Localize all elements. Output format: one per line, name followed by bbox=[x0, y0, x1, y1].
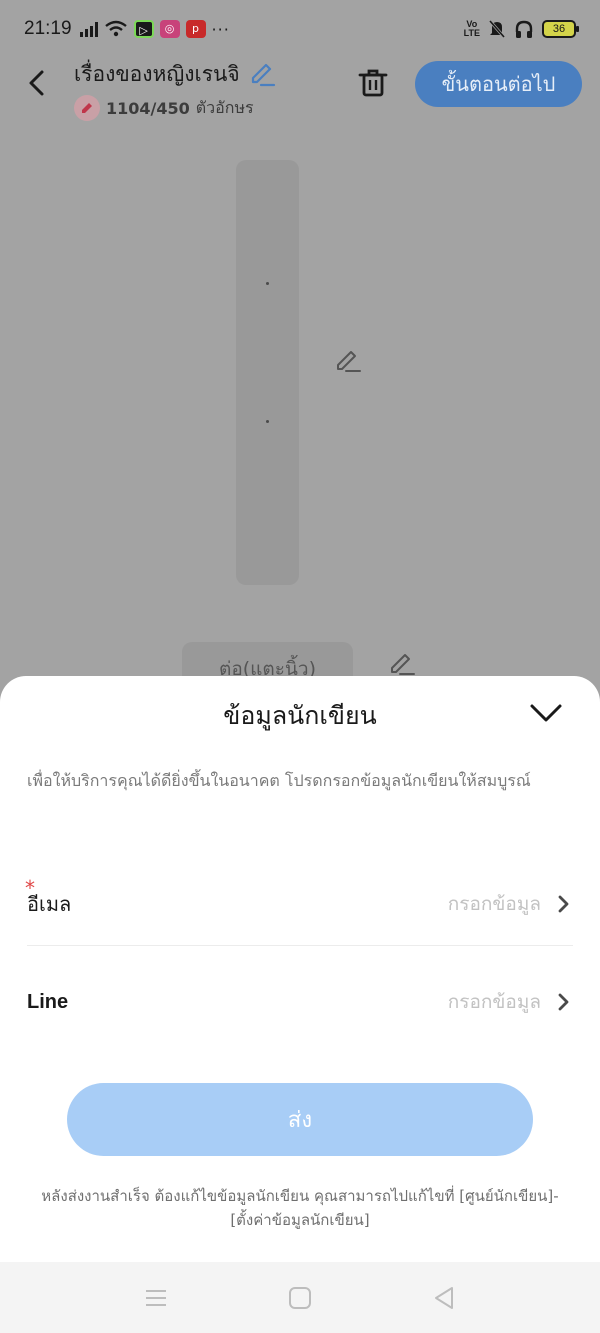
vertical-text-card[interactable] bbox=[236, 160, 299, 585]
trash-icon[interactable] bbox=[356, 66, 390, 100]
text-dot bbox=[266, 420, 269, 423]
chevron-down-icon[interactable] bbox=[528, 698, 564, 728]
pencil-icon bbox=[74, 95, 100, 121]
sheet-footnote: หลังส่งงานสำเร็จ ต้องแก้ไขข้อมูลนักเขียน… bbox=[41, 1187, 559, 1229]
author-info-sheet: ข้อมูลนักเขียน เพื่อให้บริการคุณได้ดียิ่… bbox=[0, 676, 600, 1262]
headphones-icon bbox=[515, 20, 533, 38]
char-count-unit: ตัวอักษร bbox=[195, 97, 254, 117]
more-notifications-icon: ··· bbox=[211, 19, 230, 39]
submit-button[interactable]: ส่ง bbox=[67, 1083, 533, 1156]
email-row[interactable]: * อีเมล bbox=[25, 862, 573, 946]
chevron-right-icon[interactable] bbox=[555, 893, 573, 915]
next-step-button[interactable]: ขั้นตอนต่อไป bbox=[415, 61, 582, 107]
bell-off-icon bbox=[488, 20, 506, 38]
menu-nav-icon[interactable] bbox=[142, 1284, 170, 1312]
sheet-description: เพื่อให้บริการคุณได้ดียิ่งขึ้นในอนาคต โป… bbox=[27, 771, 531, 790]
status-time: 21:19 bbox=[24, 18, 72, 39]
edit-card-icon[interactable] bbox=[334, 347, 362, 375]
sheet-title: ข้อมูลนักเขียน bbox=[223, 701, 377, 730]
edit-title-icon[interactable] bbox=[248, 61, 276, 89]
signal-icon bbox=[79, 21, 98, 37]
status-left-icons: ▷ ◎ p ··· bbox=[79, 19, 230, 39]
story-title-row[interactable]: เรื่องของหญิงเรนจิ bbox=[74, 58, 276, 91]
home-nav-icon[interactable] bbox=[286, 1284, 314, 1312]
story-title: เรื่องของหญิงเรนจิ bbox=[74, 62, 240, 86]
editor-content: ต่อ(แตะนิ้ว) bbox=[0, 122, 600, 702]
editor-header: เรื่องของหญิงเรนจิ 1104/450 ตัวอักษร ขั้… bbox=[0, 58, 600, 122]
wifi-icon bbox=[104, 20, 127, 37]
status-right-icons: Vo LTE 36 bbox=[463, 19, 579, 39]
video-app-icon: ▷ bbox=[133, 20, 154, 38]
back-arrow-icon[interactable] bbox=[22, 68, 52, 98]
back-nav-icon[interactable] bbox=[430, 1284, 458, 1312]
edit-chip-icon[interactable] bbox=[388, 650, 416, 678]
line-label: Line bbox=[27, 990, 69, 1013]
system-nav-bar bbox=[0, 1262, 600, 1333]
email-label: * อีเมล bbox=[25, 875, 72, 916]
line-id-field[interactable] bbox=[341, 991, 541, 1013]
text-dot bbox=[266, 282, 269, 285]
title-block: เรื่องของหญิงเรนจิ 1104/450 ตัวอักษร bbox=[74, 58, 276, 121]
line-row[interactable]: Line bbox=[27, 972, 573, 1032]
instagram-icon: ◎ bbox=[159, 20, 180, 38]
volte-icon: Vo LTE bbox=[463, 19, 480, 38]
pinterest-icon: p bbox=[185, 20, 206, 38]
char-count: 1104/450 bbox=[106, 98, 190, 118]
chevron-right-icon[interactable] bbox=[555, 991, 573, 1013]
status-bar: 21:19 ▷ ◎ p ··· Vo LTE 36 bbox=[0, 0, 600, 58]
email-field[interactable] bbox=[341, 892, 541, 915]
battery-icon: 36 bbox=[542, 20, 579, 38]
char-count-row: 1104/450 ตัวอักษร bbox=[74, 95, 276, 121]
required-mark: * bbox=[25, 875, 35, 900]
